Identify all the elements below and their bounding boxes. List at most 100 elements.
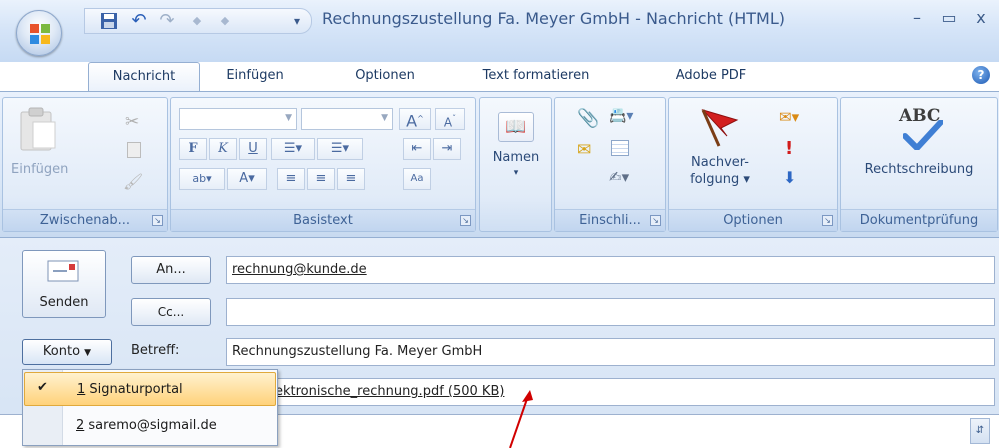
attach-file-icon[interactable]: 📎 (577, 108, 599, 129)
basic-text-group-label: Basistext (171, 209, 475, 231)
copy-icon[interactable] (127, 142, 141, 158)
clipboard-group: Einfügen ✂ 🖌 Zwischenab... ↘ (2, 97, 168, 232)
clipboard-icon (20, 107, 56, 151)
previous-item-icon[interactable]: ◆ (186, 11, 208, 31)
highlight-icon: ab (192, 172, 207, 185)
include-launcher-icon[interactable]: ↘ (650, 215, 661, 226)
high-importance-icon[interactable]: ! (785, 138, 793, 159)
send-envelope-icon (47, 260, 79, 282)
save-icon[interactable] (98, 11, 120, 31)
follow-up-flag-icon[interactable] (697, 106, 743, 148)
permission-icon[interactable]: ✉▾ (779, 108, 799, 126)
numbered-list-icon[interactable]: ☰▾ (317, 138, 363, 160)
account-dropdown-icon: ▼ (84, 348, 92, 358)
account-menu-item-signaturportal[interactable]: ✔ 1 Signaturportal (24, 372, 276, 406)
font-name-select[interactable]: ▼ (179, 108, 297, 130)
underline-button[interactable]: U (239, 138, 267, 160)
bold-button[interactable]: F (179, 138, 207, 160)
tab-text-formatieren[interactable]: Text formatieren (466, 64, 606, 90)
basic-text-group: ▼ ▼ A^ Aˇ F K U ☰▾ ☰▾ ⇤ ⇥ ab▾ A▾ ≡ ≡ ≡ A… (170, 97, 476, 232)
options-launcher-icon[interactable]: ↘ (822, 215, 833, 226)
bullet-list-icon[interactable]: ☰▾ (271, 138, 315, 160)
shrink-font-icon: A (443, 115, 453, 130)
subject-value[interactable]: Rechnungszustellung Fa. Meyer GmbH (232, 344, 482, 359)
account-button[interactable]: Konto ▼ (22, 339, 112, 365)
attachment-field[interactable]: ektronische_rechnung.pdf (500 KB) (226, 378, 995, 406)
grow-font-icon: A (406, 111, 418, 131)
to-button[interactable]: An... (131, 256, 211, 284)
cut-icon[interactable]: ✂ (125, 112, 139, 132)
names-group: 📖 Namen ▾ (479, 97, 552, 232)
proofing-group-label: Dokumentprüfung (841, 209, 997, 231)
follow-up-button[interactable]: Nachver- folgung ▾ (679, 154, 761, 188)
tab-einfuegen[interactable]: Einfügen (206, 64, 304, 90)
annotation-arrow-icon (509, 390, 533, 448)
check-icon: ✔ (37, 380, 48, 395)
format-painter-icon[interactable]: 🖌 (123, 172, 143, 191)
include-group: 📎 📇▾ ✉ ✍▾ Einschli... ↘ (554, 97, 666, 232)
names-dropdown-icon[interactable]: ▾ (480, 168, 552, 178)
attach-item-icon[interactable]: 📇▾ (609, 108, 633, 124)
customize-toolbar-icon[interactable]: ▾ (286, 11, 308, 31)
account-menu-item-saremo[interactable]: 2 saremo@sigmail.de (24, 409, 276, 443)
cc-field[interactable] (226, 298, 995, 326)
undo-icon[interactable]: ↶ (128, 11, 150, 31)
subject-field[interactable]: Rechnungszustellung Fa. Meyer GmbH (226, 338, 995, 366)
paste-button[interactable]: Einfügen (11, 106, 68, 178)
spelling-button[interactable]: Rechtschreibung (841, 162, 997, 177)
font-color-button[interactable]: A▾ (227, 168, 267, 190)
increase-indent-icon[interactable]: ⇥ (433, 138, 461, 160)
ribbon: Einfügen ✂ 🖌 Zwischenab... ↘ ▼ ▼ A^ Aˇ F… (0, 91, 999, 238)
address-book-icon[interactable]: 📖 (498, 112, 534, 142)
clipboard-group-label: Zwischenab... (3, 209, 167, 231)
signature-icon[interactable]: ✍▾ (609, 168, 629, 186)
next-item-icon[interactable]: ◆ (214, 11, 236, 31)
to-field[interactable]: rechnung@kunde.de (226, 256, 995, 284)
send-button[interactable]: Senden (22, 250, 106, 318)
clipboard-launcher-icon[interactable]: ↘ (152, 215, 163, 226)
follow-up-line1: Nachver- (691, 155, 749, 170)
grow-font-button[interactable]: A^ (399, 108, 431, 130)
low-importance-icon[interactable]: ⬇ (783, 168, 796, 187)
font-size-select[interactable]: ▼ (301, 108, 393, 130)
cc-button[interactable]: Cc... (131, 298, 211, 326)
follow-up-line2: folgung (690, 172, 740, 187)
office-logo-icon (30, 24, 50, 44)
scrollbar-button-icon[interactable]: ⇵ (970, 418, 990, 444)
subject-label: Betreff: (131, 343, 180, 358)
decrease-indent-icon[interactable]: ⇤ (403, 138, 431, 160)
minimize-button[interactable]: – (904, 8, 930, 28)
tab-nachricht[interactable]: Nachricht (88, 62, 200, 92)
highlight-button[interactable]: ab▾ (179, 168, 225, 190)
align-right-icon[interactable]: ≡ (337, 168, 365, 190)
business-card-icon[interactable]: ✉ (577, 140, 591, 160)
include-group-label: Einschli... (555, 209, 665, 231)
align-center-icon[interactable]: ≡ (307, 168, 335, 190)
spelling-icon[interactable]: ABC (895, 106, 951, 152)
send-label: Senden (39, 295, 89, 310)
help-icon[interactable]: ? (972, 66, 990, 84)
to-recipient[interactable]: rechnung@kunde.de (232, 262, 367, 277)
styles-icon[interactable]: Aa (403, 168, 431, 190)
basic-text-launcher-icon[interactable]: ↘ (460, 215, 471, 226)
font-color-icon: A (239, 171, 249, 186)
account-button-label: Konto (42, 344, 81, 359)
menu-item-label-2: saremo@sigmail.de (84, 418, 217, 433)
italic-button[interactable]: K (209, 138, 237, 160)
align-left-icon[interactable]: ≡ (277, 168, 305, 190)
tab-optionen[interactable]: Optionen (332, 64, 438, 90)
window-title: Rechnungszustellung Fa. Meyer GmbH - Nac… (322, 9, 785, 28)
office-button[interactable] (16, 10, 62, 56)
calendar-icon[interactable] (611, 140, 629, 156)
redo-icon[interactable]: ↷ (156, 11, 178, 31)
shrink-font-button[interactable]: Aˇ (435, 108, 465, 130)
account-menu: ✔ 1 Signaturportal 2 saremo@sigmail.de (22, 369, 278, 446)
menu-item-label-1: Signaturportal (85, 382, 183, 397)
tab-adobe-pdf[interactable]: Adobe PDF (656, 64, 766, 90)
proofing-group: ABC Rechtschreibung Dokumentprüfung (840, 97, 998, 232)
names-label[interactable]: Namen (480, 150, 552, 165)
maximize-button[interactable]: ▭ (936, 8, 962, 28)
close-button[interactable]: x (968, 8, 994, 28)
options-group: Nachver- folgung ▾ ✉▾ ! ⬇ Optionen ↘ (668, 97, 838, 232)
checkmark-icon (903, 120, 943, 150)
